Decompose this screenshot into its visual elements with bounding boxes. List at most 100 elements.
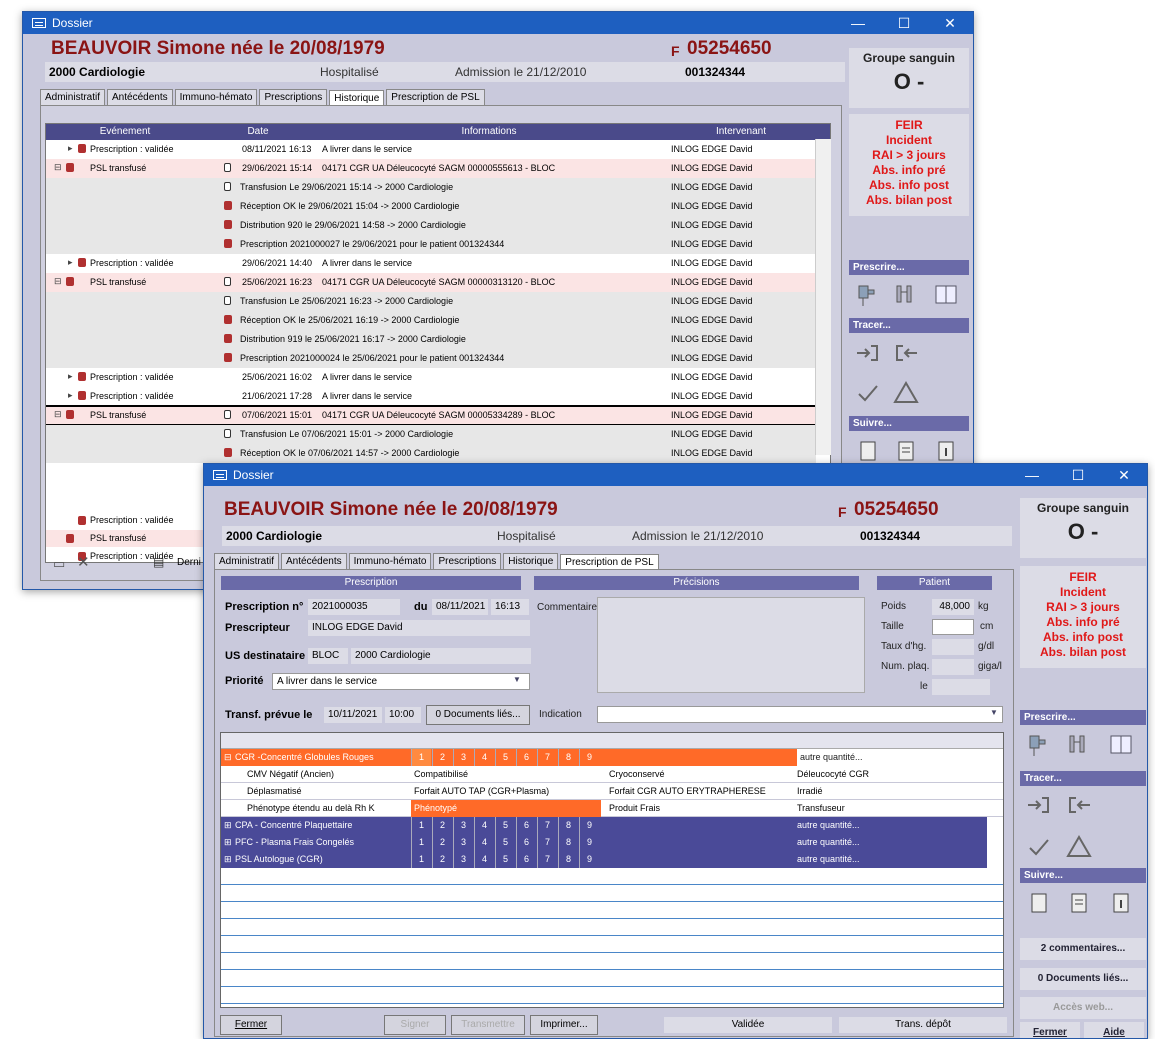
history-row[interactable]: Réception OK le 07/06/2021 14:57 -> 2000… (46, 444, 816, 463)
history-row[interactable]: ▸ Prescription : validée 25/06/2021 16:02 A… (46, 368, 816, 387)
trace-check-icon[interactable] (1026, 834, 1052, 860)
quantity-4[interactable]: 4 (474, 834, 494, 851)
psl-row[interactable]: ⊞ PSL Autologue (CGR) 1 2 3 4 5 6 7 8 9 autre quant… (221, 851, 987, 868)
psl-row-cgr[interactable]: ⊟ CGR -Concentré Globules Rouges 1 2 3 4 5 6 7 8 9… (221, 749, 987, 766)
quantity-5[interactable]: 5 (495, 851, 515, 868)
maximize-button[interactable]: ☐ (1055, 464, 1101, 486)
psl-option[interactable]: Forfait CGR AUTO ERYTRAPHERESE (609, 786, 766, 796)
tab-antecedents[interactable]: Antécédents (107, 89, 173, 105)
psl-option[interactable]: Phénotypé (411, 800, 601, 817)
quantity-4[interactable]: 4 (474, 749, 494, 766)
commentaire-textarea[interactable] (597, 597, 865, 693)
history-scrollbar[interactable] (815, 139, 831, 455)
history-row[interactable]: ▸ Prescription : validée 21/06/2021 17:28 A… (46, 387, 816, 406)
psl-option[interactable]: Compatibilisé (414, 769, 468, 779)
quantity-6[interactable]: 6 (516, 749, 536, 766)
tab-administratif[interactable]: Administratif (40, 89, 106, 105)
psl-row[interactable]: ⊞ PFC - Plasma Frais Congelés 1 2 3 4 5 6 7 8 9 aut… (221, 834, 987, 851)
trace-in-icon[interactable] (855, 340, 881, 366)
close-button[interactable]: ✕ (1101, 464, 1147, 486)
expand-icon[interactable]: ⊞ (224, 820, 232, 831)
history-row[interactable]: ▸ Prescription : validée 08/11/2021 16:13 A… (46, 140, 816, 159)
follow-info-icon[interactable] (1108, 890, 1134, 916)
chevron-down-icon[interactable]: ▼ (513, 675, 521, 684)
quantity-1[interactable]: 1 (411, 817, 431, 834)
other-quantity[interactable]: autre quantité... (797, 749, 987, 766)
docs-side-button[interactable]: 0 Documents liés... (1020, 968, 1146, 990)
quantity-7[interactable]: 7 (537, 817, 557, 834)
expand-icon[interactable]: ⊞ (224, 837, 232, 848)
psl-option[interactable]: Déleucocyté CGR (797, 769, 869, 779)
priorite-select[interactable]: A livrer dans le service (272, 673, 530, 690)
tab-historique[interactable]: Historique (329, 90, 385, 106)
quantity-8[interactable]: 8 (558, 834, 578, 851)
book-icon[interactable] (933, 282, 959, 308)
quantity-3[interactable]: 3 (453, 851, 473, 868)
expand-icon[interactable]: ⊟ (54, 276, 62, 287)
follow-info-icon[interactable] (933, 438, 959, 464)
history-row[interactable]: PSL transfusé (46, 530, 226, 547)
quantity-9[interactable]: 9 (579, 817, 599, 834)
tab-psl[interactable]: Prescription de PSL (560, 554, 659, 570)
minimize-button[interactable]: — (1009, 464, 1055, 486)
history-row[interactable]: Réception OK le 29/06/2021 15:04 -> 2000… (46, 197, 816, 216)
other-quantity[interactable]: autre quantité... (797, 854, 860, 864)
quantity-3[interactable]: 3 (453, 817, 473, 834)
print-icon[interactable]: ▤ (153, 555, 164, 569)
prescribe-alt-icon[interactable] (1066, 732, 1092, 758)
history-row[interactable]: Transfusion Le 07/06/2021 15:01 -> 2000 … (46, 425, 816, 444)
history-row[interactable]: ▸ Prescription : validée 29/06/2021 14:40 A… (46, 254, 816, 273)
trace-in-icon[interactable] (1026, 792, 1052, 818)
trace-out-icon[interactable] (893, 340, 919, 366)
tab-immuno[interactable]: Immuno-hémato (174, 89, 258, 105)
tab-immuno[interactable]: Immuno-hémato (348, 553, 432, 569)
history-row[interactable]: ⊟ PSL transfusé 29/06/2021 15:14 04171 CGR … (46, 159, 816, 178)
plaq-field[interactable] (932, 659, 974, 675)
comments-button[interactable]: 2 commentaires... (1020, 938, 1146, 960)
follow-list-icon[interactable] (893, 438, 919, 464)
quantity-6[interactable]: 6 (516, 834, 536, 851)
quantity-1[interactable]: 1 (411, 749, 431, 766)
tab-historique[interactable]: Historique (503, 553, 559, 569)
trace-alert-icon[interactable] (893, 380, 919, 406)
folder-icon[interactable]: ▭ (53, 556, 65, 572)
quantity-4[interactable]: 4 (474, 817, 494, 834)
history-row[interactable]: Prescription : validée (46, 512, 226, 529)
collapse-icon[interactable]: ⊟ (224, 752, 232, 763)
quantity-5[interactable]: 5 (495, 817, 515, 834)
signer-button[interactable]: Signer (384, 1015, 446, 1035)
maximize-button[interactable]: ☐ (881, 12, 927, 34)
quantity-9[interactable]: 9 (579, 851, 599, 868)
fermer-button[interactable]: Fermer (220, 1015, 282, 1035)
quantity-9[interactable]: 9 (579, 749, 599, 766)
psl-row[interactable]: ⊞ CPA - Concentré Plaquettaire 1 2 3 4 5 6 7 8 9 au… (221, 817, 987, 834)
expand-icon[interactable]: ⊟ (54, 409, 62, 420)
history-row[interactable]: Transfusion Le 29/06/2021 15:14 -> 2000 … (46, 178, 816, 197)
follow-list-icon[interactable] (1066, 890, 1092, 916)
quantity-2[interactable]: 2 (432, 749, 452, 766)
imprimer-button[interactable]: Imprimer... (530, 1015, 598, 1035)
quantity-3[interactable]: 3 (453, 749, 473, 766)
quantity-6[interactable]: 6 (516, 851, 536, 868)
follow-doc-icon[interactable] (1026, 890, 1052, 916)
prescribe-alt-icon[interactable] (893, 282, 919, 308)
psl-option[interactable]: Phénotype étendu au delà Rh K (247, 803, 375, 813)
quantity-7[interactable]: 7 (537, 851, 557, 868)
chevron-down-icon[interactable]: ▼ (990, 708, 998, 717)
quantity-1[interactable]: 1 (411, 834, 431, 851)
psl-option[interactable]: Déplasmatisé (247, 786, 302, 796)
indication-select[interactable] (597, 706, 1003, 723)
trace-alert-icon[interactable] (1066, 834, 1092, 860)
quantity-3[interactable]: 3 (453, 834, 473, 851)
quantity-7[interactable]: 7 (537, 749, 557, 766)
book-icon[interactable] (1108, 732, 1134, 758)
quantity-1[interactable]: 1 (411, 851, 431, 868)
history-row[interactable]: Transfusion Le 25/06/2021 16:23 -> 2000 … (46, 292, 816, 311)
quantity-9[interactable]: 9 (579, 834, 599, 851)
le-field[interactable] (932, 679, 990, 695)
psl-option[interactable]: Produit Frais (609, 803, 660, 813)
tab-prescriptions[interactable]: Prescriptions (433, 553, 502, 569)
transmettre-button[interactable]: Transmettre (451, 1015, 525, 1035)
quantity-2[interactable]: 2 (432, 834, 452, 851)
acces-web-button[interactable]: Accès web... (1020, 997, 1146, 1019)
